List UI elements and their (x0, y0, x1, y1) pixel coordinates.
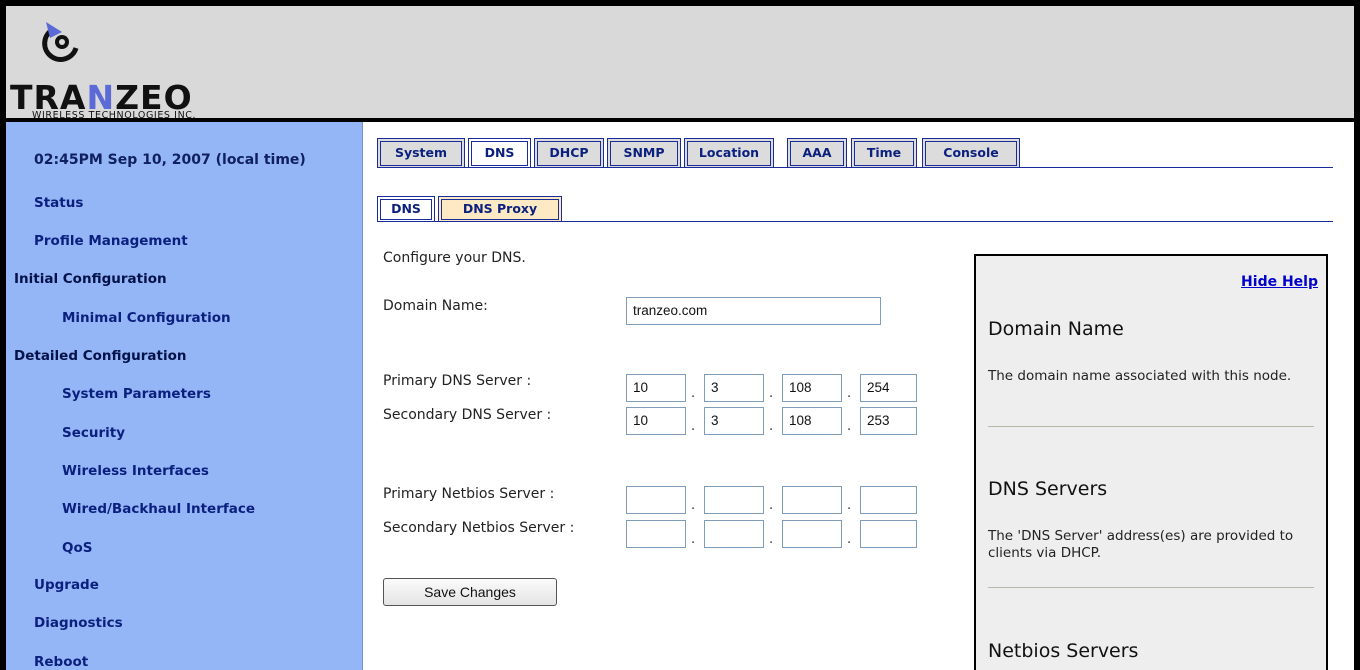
domain-name-label: Domain Name: (383, 298, 488, 314)
satellite-dish-icon (42, 22, 79, 62)
subtab-dns[interactable]: DNS (377, 196, 435, 222)
primary-netbios-label: Primary Netbios Server : (383, 486, 555, 502)
main-content: System DNS DHCP SNMP Location AAA Time C… (363, 122, 1354, 670)
secondary-dns-octet-3[interactable]: 108 (782, 407, 842, 435)
secondary-netbios-label: Secondary Netbios Server : (383, 520, 575, 536)
form-intro: Configure your DNS. (383, 250, 526, 266)
octet-separator: . (847, 532, 852, 547)
help-divider (988, 587, 1314, 588)
octet-separator: . (769, 532, 774, 547)
octet-separator: . (769, 419, 774, 434)
help-panel: Hide Help Domain Name The domain name as… (974, 254, 1328, 670)
help-title-netbios-servers: Netbios Servers (988, 640, 1139, 662)
primary-netbios-octet-2[interactable] (704, 486, 764, 514)
help-title-domain-name: Domain Name (988, 318, 1124, 340)
sidebar-nav: 02:45PM Sep 10, 2007 (local time) Status… (6, 122, 363, 670)
octet-separator: . (847, 498, 852, 513)
primary-netbios-octet-4[interactable] (860, 486, 917, 514)
secondary-dns-octet-1[interactable]: 10 (626, 407, 686, 435)
primary-netbios-octet-3[interactable] (782, 486, 842, 514)
octet-separator: . (847, 419, 852, 434)
octet-separator: . (691, 419, 696, 434)
secondary-netbios-octet-3[interactable] (782, 520, 842, 548)
octet-separator: . (847, 386, 852, 401)
tab-system[interactable]: System (377, 138, 465, 168)
primary-netbios-octet-1[interactable] (626, 486, 686, 514)
primary-dns-label: Primary DNS Server : (383, 373, 532, 389)
octet-separator: . (691, 532, 696, 547)
sidebar-item-wireless-interfaces[interactable]: Wireless Interfaces (62, 463, 209, 479)
secondary-dns-octet-2[interactable]: 3 (704, 407, 764, 435)
tab-aaa[interactable]: AAA (787, 138, 847, 168)
app-frame: TRANZEO WIRELESS TECHNOLOGIES INC. 02:45… (6, 6, 1354, 670)
tab-bar-underline (377, 167, 1333, 168)
tab-console[interactable]: Console (922, 138, 1020, 168)
domain-name-input[interactable]: tranzeo.com (626, 297, 881, 325)
secondary-netbios-octet-4[interactable] (860, 520, 917, 548)
local-time-clock: 02:45PM Sep 10, 2007 (local time) (34, 152, 306, 168)
primary-dns-octet-2[interactable]: 3 (704, 374, 764, 402)
secondary-dns-label: Secondary DNS Server : (383, 407, 552, 423)
sidebar-item-reboot[interactable]: Reboot (34, 654, 88, 670)
help-divider (988, 426, 1314, 427)
sidebar-item-initial-configuration[interactable]: Initial Configuration (14, 271, 167, 287)
save-changes-button[interactable]: Save Changes (383, 578, 557, 606)
primary-dns-octet-3[interactable]: 108 (782, 374, 842, 402)
octet-separator: . (691, 386, 696, 401)
tab-dns[interactable]: DNS (468, 138, 531, 168)
sidebar-item-minimal-configuration[interactable]: Minimal Configuration (62, 310, 231, 326)
secondary-netbios-octet-1[interactable] (626, 520, 686, 548)
tab-dhcp[interactable]: DHCP (534, 138, 604, 168)
sidebar-item-detailed-configuration[interactable]: Detailed Configuration (14, 348, 187, 364)
sidebar-item-profile-management[interactable]: Profile Management (34, 233, 188, 249)
octet-separator: . (769, 498, 774, 513)
primary-dns-octet-1[interactable]: 10 (626, 374, 686, 402)
secondary-dns-octet-4[interactable]: 253 (860, 407, 917, 435)
sidebar-item-wired-backhaul-interface[interactable]: Wired/Backhaul Interface (62, 501, 255, 517)
tab-snmp[interactable]: SNMP (607, 138, 681, 168)
secondary-netbios-octet-2[interactable] (704, 520, 764, 548)
sidebar-item-qos[interactable]: QoS (62, 540, 92, 556)
sidebar-item-upgrade[interactable]: Upgrade (34, 577, 99, 593)
octet-separator: . (769, 386, 774, 401)
sidebar-item-status[interactable]: Status (34, 195, 83, 211)
sidebar-item-security[interactable]: Security (62, 425, 125, 441)
help-text-domain-name: The domain name associated with this nod… (988, 368, 1292, 384)
hide-help-link[interactable]: Hide Help (1241, 274, 1318, 290)
logo-subtitle: WIRELESS TECHNOLOGIES INC. (32, 110, 197, 121)
sidebar-item-diagnostics[interactable]: Diagnostics (34, 615, 123, 631)
tab-location[interactable]: Location (684, 138, 774, 168)
tab-time[interactable]: Time (851, 138, 917, 168)
subtab-bar-underline (377, 221, 1333, 222)
help-text-dns-servers: The 'DNS Server' address(es) are provide… (988, 528, 1294, 561)
primary-dns-octet-4[interactable]: 254 (860, 374, 917, 402)
octet-separator: . (691, 498, 696, 513)
help-title-dns-servers: DNS Servers (988, 478, 1108, 500)
header: TRANZEO WIRELESS TECHNOLOGIES INC. (6, 6, 1354, 122)
tranzeo-logo: TRANZEO WIRELESS TECHNOLOGIES INC. (10, 18, 290, 121)
subtab-dns-proxy[interactable]: DNS Proxy (438, 196, 562, 222)
sidebar-item-system-parameters[interactable]: System Parameters (62, 386, 211, 402)
